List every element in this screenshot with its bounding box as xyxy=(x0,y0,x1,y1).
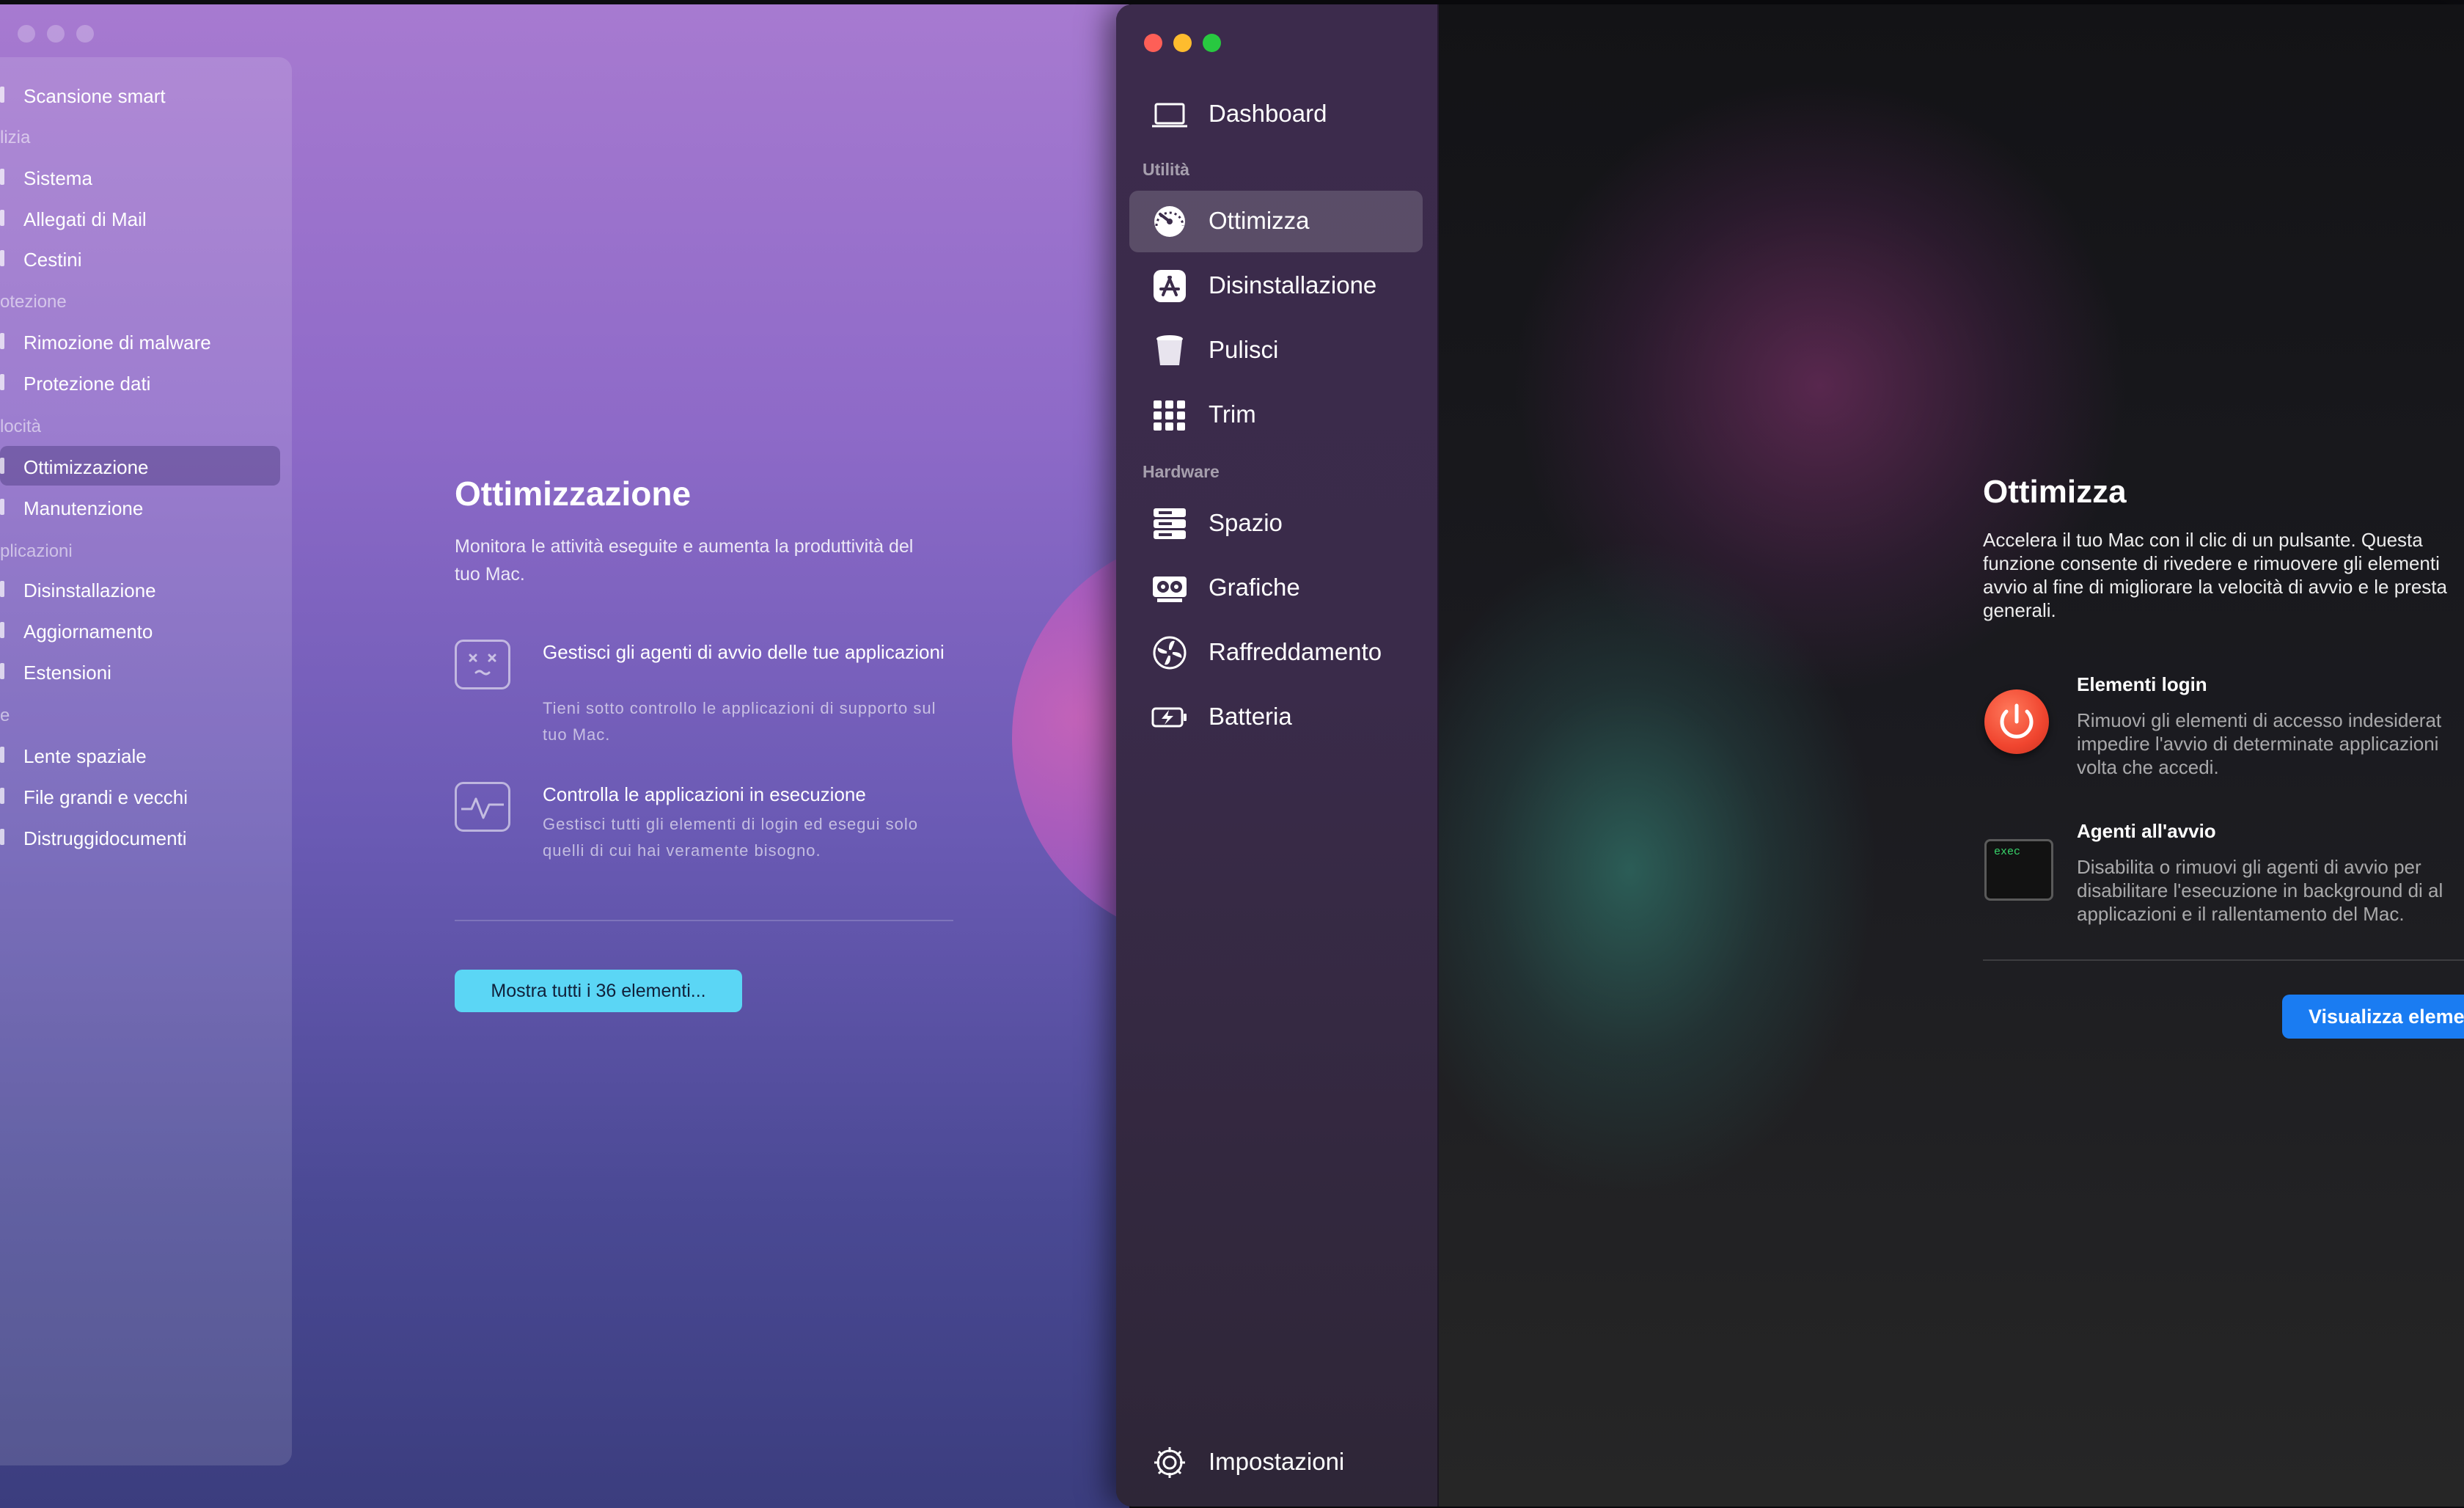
back-sidebar: Scansione smart lizia Sistema Allegati d… xyxy=(0,57,292,1465)
sidebar-item-label: Trim xyxy=(1209,400,1256,428)
content-divider xyxy=(1983,959,2464,961)
sidebar-item-label: Disinstallazione xyxy=(1209,271,1377,299)
back-page-title: Ottimizzazione xyxy=(455,475,692,513)
laptop-icon xyxy=(1151,97,1188,132)
feature-subtitle-launch-agents: Disabilita o rimuovi gli agenti di avvio… xyxy=(2077,856,2443,925)
page-description: Accelera il tuo Mac con il clic di un pu… xyxy=(1983,529,2447,621)
back-sidebar-item-shredder[interactable]: Distruggidocumenti xyxy=(23,827,187,850)
sidebar-item-label: Impostazioni xyxy=(1209,1448,1345,1475)
battery-icon xyxy=(1151,700,1188,735)
server-icon xyxy=(1151,506,1188,541)
sidebar-item-clean[interactable]: Pulisci xyxy=(1129,320,1423,381)
back-sidebar-item-malware-removal[interactable]: Rimozione di malware xyxy=(23,332,211,354)
back-content: Ottimizzazione Monitora le attività eseg… xyxy=(455,474,968,588)
sidebar-item-label: Dashboard xyxy=(1209,100,1327,127)
feature-title-launch-agents: Agenti all'avvio xyxy=(2077,820,2216,842)
sidebar-item-label: Pulisci xyxy=(1209,336,1279,363)
sidebar-item-space[interactable]: Spazio xyxy=(1129,493,1423,554)
exec-label: exec xyxy=(1994,846,2021,858)
back-sidebar-header-cleanup: lizia xyxy=(0,128,31,147)
back-feature-title: Controlla le applicazioni in esecuzione xyxy=(543,783,866,805)
sidebar-item-dashboard[interactable]: Dashboard xyxy=(1129,84,1423,145)
sidebar-item-label: Ottimizza xyxy=(1209,207,1310,234)
back-sidebar-header-protection: otezione xyxy=(0,292,67,312)
sleepy-face-icon xyxy=(455,640,510,689)
sidebar-item-settings[interactable]: Impostazioni xyxy=(1129,1432,1423,1493)
fan-icon xyxy=(1151,635,1188,670)
speedometer-icon xyxy=(1151,204,1188,239)
sidebar-item-label: Spazio xyxy=(1209,509,1283,536)
sidebar-header-hardware: Hardware xyxy=(1143,462,1220,481)
back-sidebar-item-extensions[interactable]: Estensioni xyxy=(23,662,111,684)
back-sidebar-item-smart-scan[interactable]: Scansione smart xyxy=(23,85,166,108)
grid-icon xyxy=(1151,398,1188,433)
app-store-icon xyxy=(1151,268,1188,304)
back-feature-subtitle: Tieni sotto controllo le applicazioni di… xyxy=(543,699,936,744)
back-sidebar-header-applications: plicazioni xyxy=(0,541,73,561)
activity-monitor-icon xyxy=(455,782,510,832)
trash-bin-icon xyxy=(1151,333,1188,368)
page-title: Ottimizza xyxy=(1983,474,2127,510)
front-sidebar: Dashboard Utilità Ottimizza Disinstallaz… xyxy=(1116,4,1439,1507)
sidebar-item-label: Raffreddamento xyxy=(1209,638,1382,665)
back-sidebar-item-optimization[interactable]: Ottimizzazione xyxy=(23,456,149,479)
back-app-window: Scansione smart lizia Sistema Allegati d… xyxy=(0,4,1129,1508)
minimize-button[interactable] xyxy=(1173,34,1192,52)
feature-subtitle-login-items: Rimuovi gli elementi di accesso indeside… xyxy=(2077,709,2442,778)
sidebar-item-battery[interactable]: Batteria xyxy=(1129,687,1423,748)
back-sidebar-item-large-old-files[interactable]: File grandi e vecchi xyxy=(23,786,188,809)
back-sidebar-item-system[interactable]: Sistema xyxy=(23,167,92,190)
feature-title-login-items: Elementi login xyxy=(2077,673,2207,695)
back-divider xyxy=(455,920,953,921)
view-items-button[interactable]: Visualizza elemen xyxy=(2282,995,2464,1039)
graphics-card-icon xyxy=(1151,571,1188,606)
back-decorative-orb xyxy=(1012,532,1129,943)
zoom-button[interactable] xyxy=(1203,34,1221,52)
sidebar-item-graphics[interactable]: Grafiche xyxy=(1129,557,1423,619)
back-page-description: Monitora le attività eseguite e aumenta … xyxy=(455,536,914,585)
back-sidebar-header-files: e xyxy=(0,706,10,725)
show-all-items-button[interactable]: Mostra tutti i 36 elementi... xyxy=(455,970,742,1012)
back-close-button[interactable] xyxy=(18,25,35,43)
close-button[interactable] xyxy=(1144,34,1162,52)
sidebar-item-trim[interactable]: Trim xyxy=(1129,384,1423,446)
power-icon xyxy=(1984,689,2049,754)
terminal-exec-icon: exec xyxy=(1984,839,2053,901)
sidebar-item-optimize[interactable]: Ottimizza xyxy=(1129,191,1423,252)
back-feature-title: Gestisci gli agenti di avvio delle tue a… xyxy=(543,641,945,663)
back-feature-subtitle: Gestisci tutti gli elementi di login ed … xyxy=(543,815,919,860)
sidebar-header-utility: Utilità xyxy=(1143,160,1189,179)
sidebar-item-uninstall[interactable]: Disinstallazione xyxy=(1129,255,1423,317)
back-sidebar-header-speed: locità xyxy=(0,417,42,436)
sidebar-item-cooling[interactable]: Raffreddamento xyxy=(1129,622,1423,684)
sidebar-item-label: Batteria xyxy=(1209,703,1292,730)
back-sidebar-item-trash[interactable]: Cestini xyxy=(23,249,81,271)
back-sidebar-item-mail-attachments[interactable]: Allegati di Mail xyxy=(23,208,147,231)
front-app-window: Dashboard Utilità Ottimizza Disinstallaz… xyxy=(1116,4,2464,1507)
gear-icon xyxy=(1151,1445,1188,1480)
back-sidebar-item-updater[interactable]: Aggiornamento xyxy=(23,621,153,643)
back-sidebar-item-privacy[interactable]: Protezione dati xyxy=(23,373,150,395)
sidebar-item-label: Grafiche xyxy=(1209,574,1300,601)
back-minimize-button[interactable] xyxy=(47,25,65,43)
back-sidebar-item-space-lens[interactable]: Lente spaziale xyxy=(23,745,147,768)
back-sidebar-item-uninstaller[interactable]: Disinstallazione xyxy=(23,579,156,602)
back-zoom-button[interactable] xyxy=(76,25,94,43)
back-sidebar-item-maintenance[interactable]: Manutenzione xyxy=(23,497,143,520)
